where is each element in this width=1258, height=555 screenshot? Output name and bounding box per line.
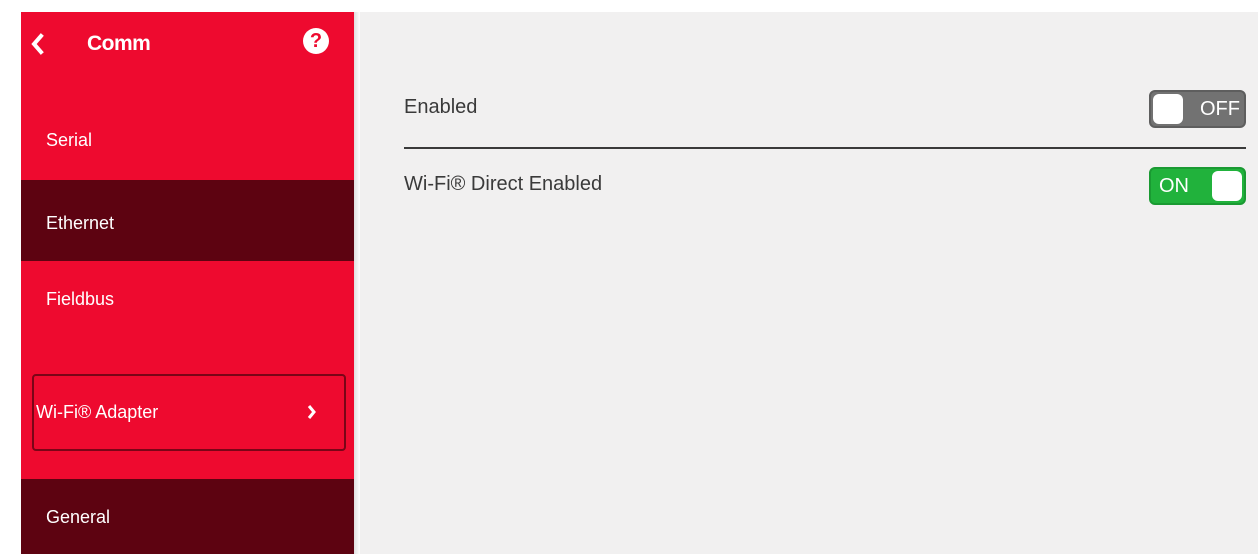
setting-label: Enabled <box>404 96 478 118</box>
setting-label: Wi-Fi® Direct Enabled <box>404 173 603 195</box>
toggle-state-text: ON <box>1159 175 1189 197</box>
sidebar-item-serial[interactable]: Serial <box>21 120 354 160</box>
sidebar-group-label: Wi-Fi® Adapter <box>36 402 159 422</box>
sidebar-item-ethernet[interactable]: Ethernet <box>21 180 354 261</box>
sidebar-title: Comm <box>87 32 151 55</box>
wifi-direct-toggle[interactable]: ON <box>1149 167 1246 205</box>
sidebar-item-fieldbus[interactable]: Fieldbus <box>21 279 354 319</box>
setting-row-wifi-direct: Wi-Fi® Direct Enabled ON <box>404 167 1246 207</box>
help-icon[interactable]: ? <box>303 28 329 54</box>
main-panel: Enabled OFF Wi-Fi® Direct Enabled ON <box>360 12 1258 554</box>
setting-row-enabled: Enabled OFF <box>404 90 1246 130</box>
sidebar-item-label: Fieldbus <box>46 289 115 309</box>
toggle-knob <box>1212 171 1242 201</box>
sidebar-item-label: Serial <box>46 130 93 150</box>
enabled-toggle[interactable]: OFF <box>1149 90 1246 128</box>
app-window: Comm ? Serial Ethernet Fieldbus Wi-Fi® A… <box>0 0 1258 554</box>
sidebar: Comm ? Serial Ethernet Fieldbus Wi-Fi® A… <box>21 12 354 554</box>
sidebar-item-label: General <box>46 507 111 527</box>
sidebar-item-general[interactable]: General <box>21 479 354 554</box>
sidebar-group-wifi-adapter[interactable]: Wi-Fi® Adapter <box>32 374 346 451</box>
toggle-knob <box>1153 94 1183 124</box>
chevron-right-icon <box>307 405 316 419</box>
sidebar-item-label: Ethernet <box>46 213 115 233</box>
divider <box>404 147 1246 149</box>
toggle-state-text: OFF <box>1200 98 1240 120</box>
sidebar-header: Comm ? <box>21 12 354 78</box>
chevron-left-icon[interactable] <box>30 32 44 56</box>
